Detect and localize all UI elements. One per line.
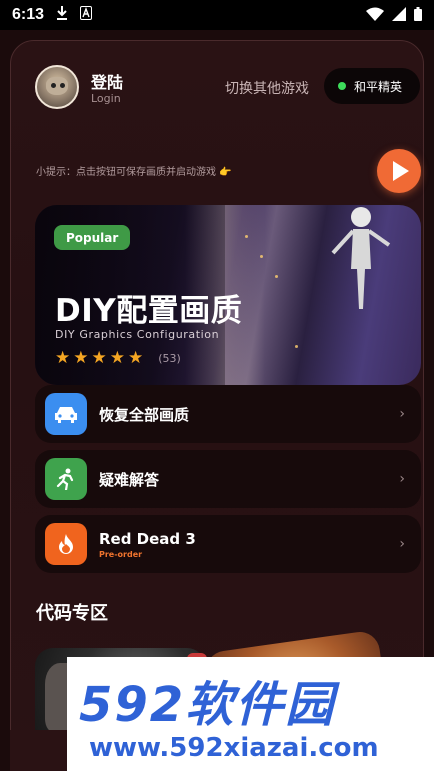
chevron-right-icon: › [399,406,405,422]
login-subtitle: Login [91,92,121,105]
wifi-icon [366,6,384,25]
rating-count: (53) [158,351,181,365]
list-item-label: 疑难解答 [99,470,160,489]
game-pill-label: 和平精英 [354,79,403,94]
status-time: 6:13 [12,6,45,23]
banner-subtitle: DIY Graphics Configuration [55,328,220,341]
login-title[interactable]: 登陆 [91,69,123,93]
status-dot-icon [338,82,346,90]
font-icon [80,6,93,24]
red-dead-item[interactable]: Red Dead 3 Pre-order › [35,515,421,573]
car-icon [45,393,87,435]
play-button[interactable] [377,149,421,193]
watermark: 592软件园 www.592xiazai.com [67,657,434,771]
signal-icon [392,6,406,25]
list-item-label: 恢复全部画质 [99,405,190,424]
preorder-label: Pre-order [99,549,143,559]
battery-icon [414,6,422,25]
watermark-logo: 592软件园 [79,677,336,733]
chevron-right-icon: › [399,471,405,487]
play-icon [393,161,409,181]
download-icon [56,6,68,24]
tip-text: 小提示：点击按钮可保存画质并启动游戏 👉 [36,167,232,178]
diy-banner[interactable]: Popular DIY配置画质 DIY Graphics Configurati… [35,205,421,385]
switch-game-link[interactable]: 切换其他游戏 [225,78,309,98]
troubleshooting-item[interactable]: 疑难解答 › [35,450,421,508]
status-bar: 6:13 [0,0,434,30]
star-icon: ★ [91,348,107,368]
fire-icon [45,523,87,565]
figure-icon [331,207,391,309]
rating-stars: ★ ★ ★ ★ ★ (53) [55,348,181,368]
restore-graphics-item[interactable]: 恢复全部画质 › [35,385,421,443]
banner-title: DIY配置画质 [55,293,243,329]
star-icon: ★ [73,348,89,368]
chevron-right-icon: › [399,536,405,552]
section-title: 代码专区 [36,603,108,624]
avatar[interactable] [35,65,79,109]
list-item-label: Red Dead 3 [99,529,196,548]
popular-badge: Popular [54,225,131,250]
watermark-url: www.592xiazai.com [89,733,379,763]
game-selector-pill[interactable]: 和平精英 [324,68,420,104]
star-icon: ★ [55,348,71,368]
runner-icon [45,458,87,500]
star-icon: ★ [109,348,125,368]
star-icon: ★ [128,348,144,368]
